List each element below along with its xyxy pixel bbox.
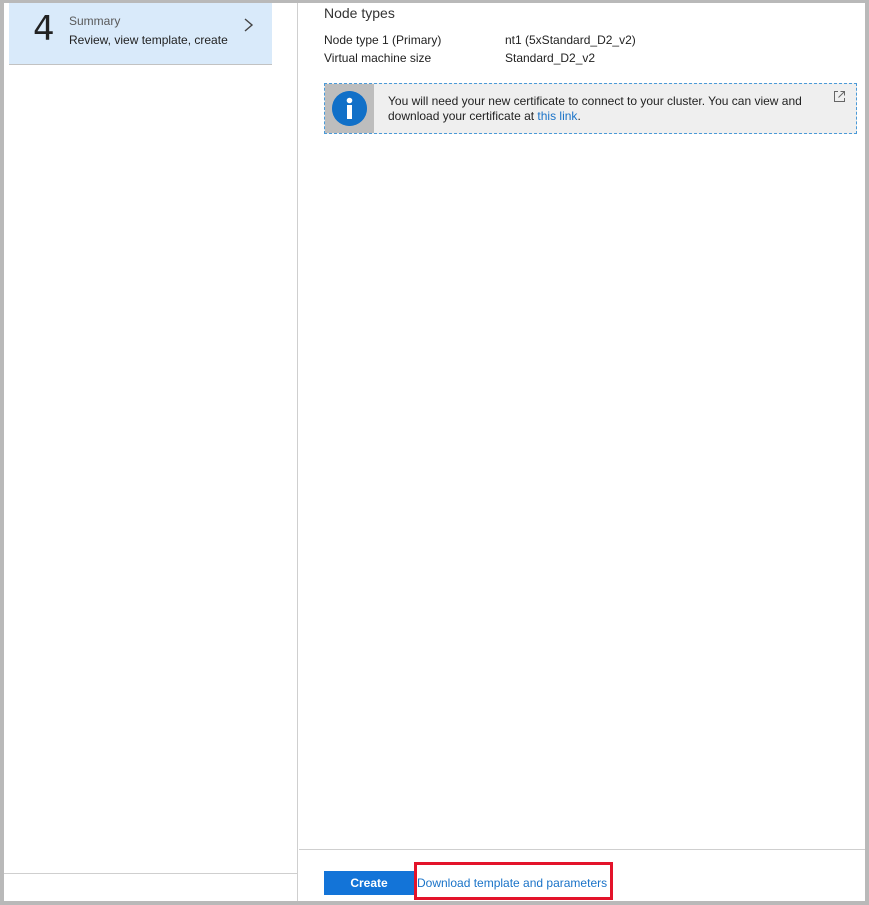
external-link-icon[interactable]	[833, 90, 846, 103]
callout-highlight-box	[414, 862, 613, 900]
wizard-step-summary[interactable]: 4 Summary Review, view template, create	[9, 3, 272, 65]
step-title: Summary	[69, 14, 121, 28]
chevron-right-icon	[244, 18, 254, 32]
section-title: Node types	[324, 5, 395, 21]
info-icon	[332, 91, 367, 126]
wizard-steps-pane: 4 Summary Review, view template, create	[4, 3, 298, 901]
row-label: Node type 1 (Primary)	[324, 33, 442, 47]
footer-divider	[299, 849, 865, 850]
step-subtitle: Review, view template, create	[69, 33, 228, 47]
summary-row-node-type: Node type 1 (Primary) nt1 (5xStandard_D2_…	[324, 33, 636, 47]
divider	[4, 873, 298, 874]
row-label: Virtual machine size	[324, 51, 432, 65]
summary-pane: Node types Node type 1 (Primary) nt1 (5xS…	[299, 3, 865, 901]
certificate-link[interactable]: this link	[537, 109, 577, 123]
row-value: Standard_D2_v2	[505, 51, 596, 65]
create-button[interactable]: Create	[324, 871, 414, 895]
step-number: 4	[33, 9, 55, 49]
row-value: nt1 (5xStandard_D2_v2)	[505, 33, 636, 47]
info-text: You will need your new certificate to co…	[388, 94, 802, 123]
info-icon-container	[325, 84, 374, 133]
info-text-end: .	[577, 109, 581, 123]
summary-row-vm-size: Virtual machine size Standard_D2_v2	[324, 51, 595, 65]
info-message: You will need your new certificate to co…	[388, 94, 818, 124]
certificate-info-banner: You will need your new certificate to co…	[324, 83, 857, 134]
